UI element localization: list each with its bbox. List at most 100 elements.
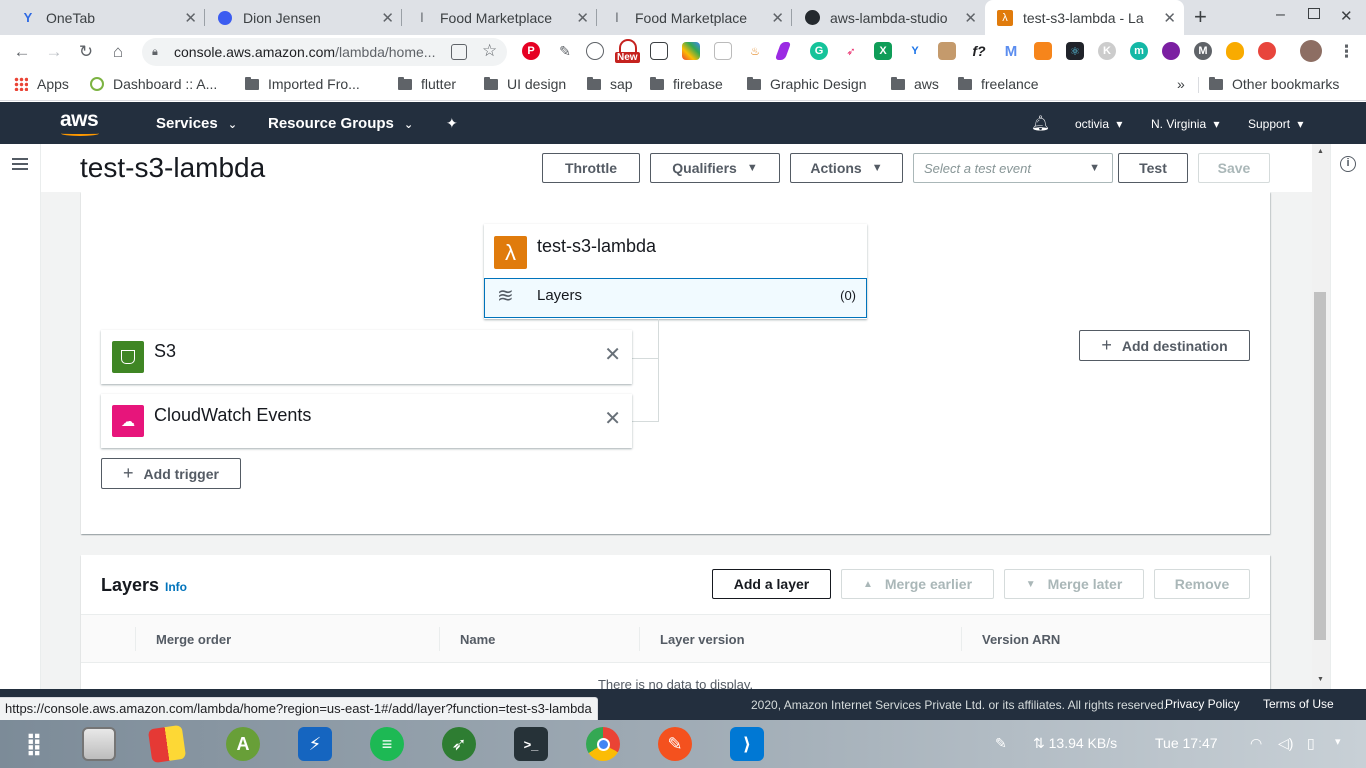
- file-manager-icon[interactable]: [82, 727, 116, 761]
- app-launcher-grid-icon[interactable]: ⣿: [16, 727, 50, 761]
- bookmark-folder[interactable]: flutter: [398, 76, 456, 92]
- m-extension-icon[interactable]: M: [1002, 42, 1020, 60]
- software-center-icon[interactable]: [147, 724, 187, 764]
- grammarly-icon[interactable]: G: [810, 42, 828, 60]
- close-tab-icon[interactable]: ✕: [576, 9, 589, 27]
- add-trigger-button[interactable]: + Add trigger: [101, 458, 241, 489]
- bulb-icon[interactable]: [1226, 42, 1244, 60]
- remove-trigger-icon[interactable]: ✕: [604, 406, 621, 431]
- add-destination-button[interactable]: + Add destination: [1079, 330, 1250, 361]
- actions-button[interactable]: Actions ▼: [790, 153, 903, 183]
- volume-icon[interactable]: ◁): [1278, 735, 1293, 752]
- android-studio-icon[interactable]: A: [226, 727, 260, 761]
- remove-trigger-icon[interactable]: ✕: [604, 342, 621, 367]
- other-bookmarks[interactable]: Other bookmarks: [1209, 76, 1339, 92]
- bookmark-dashboard[interactable]: Dashboard :: A...: [90, 76, 217, 92]
- rocket-icon[interactable]: ➶: [442, 727, 476, 761]
- box-extension-icon[interactable]: [938, 42, 956, 60]
- maximize-window-icon[interactable]: [1308, 8, 1320, 19]
- column-header[interactable]: Layer version: [660, 615, 745, 663]
- aws-logo[interactable]: aws: [60, 108, 99, 132]
- bookmark-star-icon[interactable]: ☆: [482, 41, 497, 61]
- test-button[interactable]: Test: [1118, 153, 1188, 183]
- react-devtools-icon[interactable]: ⚛: [1066, 42, 1084, 60]
- save-button[interactable]: Save: [1198, 153, 1270, 183]
- postman-icon[interactable]: ✎: [658, 727, 692, 761]
- trigger-s3[interactable]: S3 ✕: [101, 330, 632, 384]
- merge-later-button[interactable]: ▼ Merge later: [1004, 569, 1144, 599]
- scroll-down-icon[interactable]: ▼: [1317, 676, 1324, 683]
- browser-tab[interactable]: ǀ Food Marketplace ✕: [402, 0, 597, 35]
- cookie-blocked-icon[interactable]: [451, 44, 467, 60]
- excel-icon[interactable]: X: [874, 42, 892, 60]
- services-menu[interactable]: Services ⌄: [156, 115, 237, 132]
- v-extension-icon[interactable]: Y: [906, 42, 924, 60]
- feather-icon[interactable]: [774, 42, 792, 60]
- browser-tab[interactable]: Dion Jensen ✕: [205, 0, 402, 35]
- battery-icon[interactable]: ▯: [1307, 735, 1315, 752]
- bookmark-folder[interactable]: freelance: [958, 76, 1039, 92]
- browser-tab[interactable]: Y OneTab ✕: [8, 0, 205, 35]
- hamburger-menu-icon[interactable]: [12, 158, 28, 170]
- screenshot-icon[interactable]: [650, 42, 668, 60]
- home-icon[interactable]: ⌂: [107, 41, 129, 63]
- pen-icon[interactable]: ✎: [995, 735, 1007, 752]
- trigger-cloudwatch-events[interactable]: ☁ CloudWatch Events ✕: [101, 394, 632, 448]
- function-node[interactable]: λ test-s3-lambda ≋ Layers (0): [484, 224, 867, 319]
- profile-avatar[interactable]: [1300, 40, 1322, 62]
- new-tab-button[interactable]: +: [1194, 4, 1207, 30]
- bookmarks-overflow-icon[interactable]: »: [1177, 76, 1185, 92]
- chrome-menu-icon[interactable]: ⋮: [1338, 42, 1355, 62]
- page-scrollbar[interactable]: ▲ ▼: [1312, 144, 1330, 689]
- account-menu[interactable]: octivia ▾: [1075, 117, 1122, 131]
- bookmark-folder[interactable]: Graphic Design: [747, 76, 867, 92]
- support-menu[interactable]: Support ▾: [1248, 117, 1303, 131]
- java-icon[interactable]: ♨: [746, 42, 764, 60]
- extension-circle-icon[interactable]: [586, 42, 604, 60]
- column-header[interactable]: Version ARN: [982, 615, 1060, 663]
- close-tab-icon[interactable]: ✕: [964, 9, 977, 27]
- layers-node[interactable]: ≋ Layers (0): [484, 278, 867, 318]
- close-tab-icon[interactable]: ✕: [381, 9, 394, 27]
- resource-groups-menu[interactable]: Resource Groups ⌄: [268, 115, 413, 132]
- fire-icon[interactable]: [1258, 42, 1276, 60]
- tray-chevron-down-icon[interactable]: ▾: [1335, 735, 1341, 748]
- add-layer-button[interactable]: Add a layer: [712, 569, 831, 599]
- new-extension-icon[interactable]: New: [615, 39, 641, 65]
- wifi-icon[interactable]: ◠: [1250, 735, 1262, 752]
- forward-icon[interactable]: →: [43, 41, 65, 63]
- bookmark-folder[interactable]: Imported Fro...: [245, 76, 360, 92]
- metamask-icon[interactable]: [1034, 42, 1052, 60]
- qualifiers-button[interactable]: Qualifiers ▼: [650, 153, 780, 183]
- color-picker-icon[interactable]: ✎: [556, 42, 574, 60]
- spotify-icon[interactable]: ≡: [370, 727, 404, 761]
- column-header[interactable]: Merge order: [156, 615, 231, 663]
- info-panel-icon[interactable]: i: [1340, 156, 1356, 172]
- reload-icon[interactable]: ↻: [75, 41, 97, 63]
- merge-earlier-button[interactable]: ▲ Merge earlier: [841, 569, 994, 599]
- record-icon[interactable]: [1162, 42, 1180, 60]
- terms-of-use-link[interactable]: Terms of Use: [1263, 697, 1334, 711]
- chrome-icon[interactable]: [586, 727, 620, 761]
- minimize-window-icon[interactable]: –: [1276, 6, 1285, 24]
- notifications-bell-icon[interactable]: 🔔︎: [1031, 114, 1050, 132]
- scroll-up-icon[interactable]: ▲: [1317, 148, 1324, 155]
- network-tool-icon[interactable]: ⚡: [298, 727, 332, 761]
- privacy-policy-link[interactable]: Privacy Policy: [1165, 697, 1240, 711]
- formula-icon[interactable]: f?: [970, 42, 988, 60]
- bookmark-folder[interactable]: UI design: [484, 76, 566, 92]
- remove-button[interactable]: Remove: [1154, 569, 1250, 599]
- close-tab-icon[interactable]: ✕: [1163, 9, 1176, 27]
- close-window-icon[interactable]: ✕: [1340, 7, 1353, 25]
- k-extension-icon[interactable]: K: [1098, 42, 1116, 60]
- calendar-icon[interactable]: [714, 42, 732, 60]
- test-event-select[interactable]: Select a test event ▼: [913, 153, 1113, 183]
- arrow-extension-icon[interactable]: ➶: [842, 42, 860, 60]
- bookmark-folder[interactable]: firebase: [650, 76, 723, 92]
- close-tab-icon[interactable]: ✕: [771, 9, 784, 27]
- scrollbar-thumb[interactable]: [1314, 292, 1326, 640]
- region-menu[interactable]: N. Virginia ▾: [1151, 117, 1220, 131]
- bookmark-folder[interactable]: aws: [891, 76, 939, 92]
- vscode-icon[interactable]: ⟩: [730, 727, 764, 761]
- clock[interactable]: Tue 17:47: [1155, 735, 1218, 751]
